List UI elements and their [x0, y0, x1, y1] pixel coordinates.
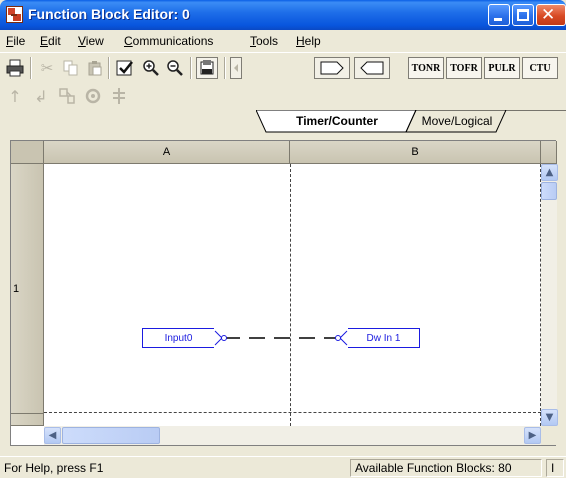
column-header-filler — [541, 141, 557, 164]
tab-timer-counter[interactable]: Timer/Counter — [268, 110, 406, 132]
main-toolbar: ✂ TONR TOFR PULR CTU — [0, 52, 566, 82]
scroll-up-icon[interactable]: ▲ — [541, 164, 558, 181]
menu-help[interactable]: Help — [296, 34, 321, 48]
status-available-blocks: Available Function Blocks: 80 — [350, 459, 542, 477]
print-icon[interactable] — [4, 57, 26, 79]
scroll-right-arrow-icon[interactable]: ▶ — [524, 427, 541, 444]
edit-mode-icon[interactable] — [196, 57, 218, 79]
horizontal-scroll-thumb[interactable] — [62, 427, 160, 444]
status-extra-pane: I — [546, 459, 564, 477]
copy-icon[interactable] — [60, 57, 82, 79]
toolbar-separator — [108, 57, 110, 79]
column-header-b[interactable]: B — [290, 141, 541, 164]
block-tabs: Timer/Counter Move/Logical — [256, 110, 566, 140]
cut-icon[interactable]: ✂ — [36, 57, 58, 79]
properties-icon[interactable] — [56, 85, 78, 107]
minimize-icon — [494, 18, 502, 21]
function-block-grid: A B 1 Input0 Dw In 1 ▲ ▼ ◀ ▶ — [10, 140, 558, 446]
connection-wire[interactable] — [44, 320, 541, 360]
diagram-canvas[interactable]: Input0 Dw In 1 — [44, 164, 541, 426]
menu-edit[interactable]: Edit — [40, 34, 61, 48]
row-header-1[interactable]: 1 — [11, 164, 44, 414]
status-bar: For Help, press F1 Available Function Bl… — [0, 456, 566, 478]
maximize-button[interactable] — [512, 4, 534, 26]
function-block-editor-window: Function Block Editor: 0 ✕ File Edit Vie… — [0, 0, 566, 478]
settings-icon[interactable] — [82, 85, 104, 107]
zoom-in-icon[interactable] — [140, 57, 162, 79]
zoom-out-icon[interactable] — [164, 57, 186, 79]
title-bar[interactable]: Function Block Editor: 0 ✕ — [0, 0, 566, 30]
scroll-corner — [541, 426, 557, 445]
close-button[interactable]: ✕ — [536, 4, 566, 26]
tofr-button[interactable]: TOFR — [446, 57, 482, 79]
window-title: Function Block Editor: 0 — [28, 6, 190, 22]
verify-icon[interactable] — [114, 57, 136, 79]
menu-view[interactable]: View — [78, 34, 104, 48]
ctu-button[interactable]: CTU — [522, 57, 558, 79]
move-up-icon[interactable]: ↑ — [4, 85, 26, 107]
secondary-toolbar: ↑ ↲ — [0, 82, 566, 110]
pulr-button[interactable]: PULR — [484, 57, 520, 79]
toolbar-separator — [224, 57, 226, 79]
move-down-left-icon[interactable]: ↲ — [30, 85, 52, 107]
menu-communications[interactable]: Communications — [124, 34, 213, 48]
toolbar-separator — [30, 57, 32, 79]
paste-icon[interactable] — [84, 57, 106, 79]
column-divider — [290, 164, 291, 426]
vertical-scrollbar[interactable]: ▲ ▼ — [541, 164, 558, 426]
maximize-icon — [517, 9, 529, 21]
tab-move-logical[interactable]: Move/Logical — [416, 110, 498, 132]
menu-bar: File Edit View Communications Tools Help — [0, 30, 566, 52]
horizontal-scrollbar[interactable]: ◀ ▶ — [44, 426, 541, 445]
close-icon: ✕ — [541, 5, 556, 25]
app-icon[interactable] — [6, 6, 23, 23]
row-header-filler — [11, 414, 44, 426]
menu-tools[interactable]: Tools — [250, 34, 278, 48]
column-header-a[interactable]: A — [44, 141, 290, 164]
toolbar-separator — [190, 57, 192, 79]
scroll-down-icon[interactable]: ▼ — [541, 409, 558, 426]
output-block-icon[interactable] — [354, 57, 390, 79]
grid-corner[interactable] — [11, 141, 44, 164]
input-block-icon[interactable] — [314, 57, 350, 79]
input-block[interactable]: Input0 — [142, 328, 214, 348]
scroll-left-arrow-icon[interactable]: ◀ — [44, 427, 61, 444]
status-help-text: For Help, press F1 — [4, 461, 104, 475]
scroll-left-icon[interactable] — [230, 57, 242, 79]
row-divider — [44, 412, 541, 413]
minimize-button[interactable] — [488, 4, 510, 26]
network-icon[interactable] — [108, 85, 130, 107]
output-block[interactable]: Dw In 1 — [348, 328, 420, 348]
menu-file[interactable]: File — [6, 34, 25, 48]
tonr-button[interactable]: TONR — [408, 57, 444, 79]
vertical-scroll-thumb[interactable] — [541, 182, 557, 200]
